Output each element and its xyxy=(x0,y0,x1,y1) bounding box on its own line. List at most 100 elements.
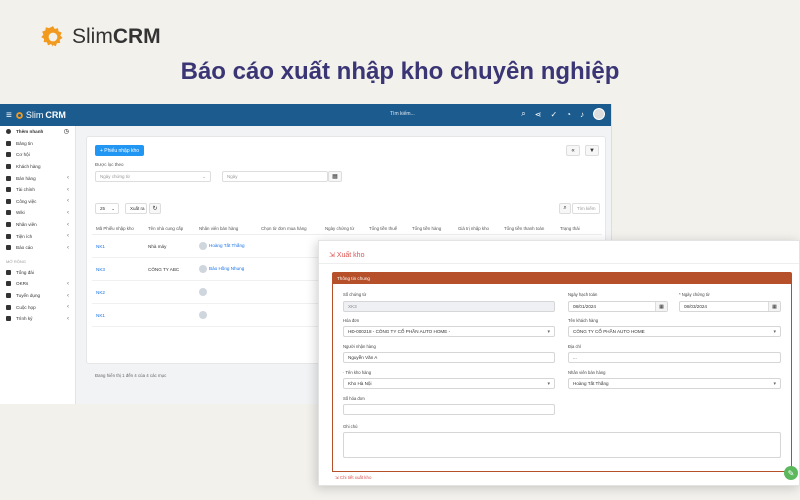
brand-name-bold: CRM xyxy=(112,25,161,48)
column-header[interactable]: Chọn từ đơn mua hàng xyxy=(261,226,325,231)
date-placeholder: Ngày xyxy=(227,174,238,179)
sidebar-item[interactable]: Tài chính ‹ xyxy=(0,184,75,196)
search-icon[interactable]: ⌕ xyxy=(559,203,571,214)
sidebar-item[interactable]: Trình ký ‹ xyxy=(0,313,75,325)
check-icon[interactable]: ✓ xyxy=(550,110,557,119)
posting-date-field[interactable]: 08/01/2024 ▦ xyxy=(568,301,668,312)
sidebar-item[interactable]: Cơ hội xyxy=(0,149,75,161)
receiver-field[interactable]: Nguyễn Văn A xyxy=(343,352,555,363)
issue-details-link[interactable]: ⇲ Chi tiết xuất kho xyxy=(335,475,371,481)
issue-details-label: Chi tiết xuất kho xyxy=(339,475,372,480)
staff-name[interactable]: Hoàng Tất Thắng xyxy=(209,243,245,248)
sidebar-item[interactable]: Công việc ‹ xyxy=(0,196,75,208)
date-filter-select[interactable]: Ngày chứng từ ⌄ xyxy=(95,171,211,182)
sidebar-item[interactable]: Tiện ích ‹ xyxy=(0,230,75,242)
column-header[interactable]: Nhân viên bán hàng xyxy=(199,226,261,231)
export-button[interactable]: Xuất ra xyxy=(125,203,147,214)
sidebar: Thêm nhanh ◷ Bảng tin Cơ hội Khách hàng Bán… xyxy=(0,126,76,404)
app-logo[interactable]: Slim CRM xyxy=(15,110,66,120)
date-input[interactable]: Ngày xyxy=(222,171,328,182)
warehouse-value: Kho Hà Nội xyxy=(348,381,372,386)
column-header[interactable]: Giá trị nhập kho xyxy=(458,226,504,231)
filter-icon[interactable]: ▼ xyxy=(585,145,599,156)
column-header[interactable]: Ngày chứng từ xyxy=(325,226,369,231)
menu-item-icon xyxy=(6,152,11,158)
menu-item-icon xyxy=(6,233,11,239)
sidebar-quick-add[interactable]: Thêm nhanh ◷ xyxy=(0,126,75,138)
sidebar-item[interactable]: OKRs ‹ xyxy=(0,278,75,290)
table-cell[interactable]: NK3 xyxy=(92,267,148,272)
table-cell xyxy=(199,311,261,319)
chat-fab-button[interactable]: ✎ xyxy=(784,466,798,480)
calendar-icon[interactable]: ▦ xyxy=(655,302,667,311)
chevron-left-icon: ‹ xyxy=(67,292,69,299)
bell-icon[interactable]: ♪ xyxy=(580,110,584,119)
table-footer: Đang hiển thị 1 đến 4 của 4 các mục xyxy=(95,373,167,378)
column-header[interactable]: Tên nhà cung cấp xyxy=(148,226,199,231)
sidebar-item[interactable]: Wiki ‹ xyxy=(0,207,75,219)
table-cell: Nhà máy xyxy=(148,243,167,249)
menu-icon[interactable]: ≡ xyxy=(6,110,12,121)
search-input[interactable]: Tìm kiếm... xyxy=(390,111,415,117)
sidebar-item[interactable]: Cuộc họp ‹ xyxy=(0,301,75,313)
chevron-left-icon: ‹ xyxy=(67,186,69,193)
table-search-input[interactable]: Tìm kiếm xyxy=(572,203,600,214)
sidebar-item-label: Nhân viên xyxy=(16,222,37,228)
table-cell[interactable]: NK1 xyxy=(92,244,148,249)
doc-date-value: 08/03/2024 xyxy=(684,304,707,309)
doc-date-field[interactable]: 08/03/2024 ▦ xyxy=(679,301,781,312)
collapse-button[interactable]: « xyxy=(566,145,580,156)
address-value: ... xyxy=(573,355,577,360)
share-icon[interactable]: ⋖ xyxy=(535,110,542,119)
invoice-no-field[interactable] xyxy=(343,404,555,415)
sidebar-item-label: Khách hàng xyxy=(16,164,41,170)
avatar[interactable] xyxy=(593,108,605,120)
search-icon[interactable]: ⌕ xyxy=(521,109,525,119)
calendar-icon[interactable]: ▦ xyxy=(328,171,342,182)
doc-no-value: XK3 xyxy=(348,304,357,309)
column-header[interactable]: Trạng thái xyxy=(560,226,596,231)
chevron-left-icon: ‹ xyxy=(67,221,69,228)
page-size-value: 25 xyxy=(100,206,106,211)
column-header[interactable]: Tổng tiền thanh toán xyxy=(504,226,560,231)
sidebar-item[interactable]: Bảng tin xyxy=(0,138,75,150)
sidebar-item[interactable]: Khách hàng xyxy=(0,161,75,173)
customer-label: Tên khách hàng xyxy=(568,318,599,323)
timer-icon[interactable]: ◔ xyxy=(566,110,571,119)
column-header[interactable]: Tổng tiền thuế xyxy=(369,226,412,231)
add-stock-receipt-button[interactable]: + Phiếu nhập kho xyxy=(95,145,145,156)
clock-icon[interactable]: ◷ xyxy=(64,128,69,135)
date-filter-placeholder: Ngày chứng từ xyxy=(100,174,131,179)
column-header[interactable]: Mã Phiếu nhập kho xyxy=(92,226,148,231)
menu-item-icon xyxy=(6,281,11,287)
sidebar-item-label: Bảng tin xyxy=(16,140,33,146)
sidebar-section-title: MỞ RỘNG xyxy=(6,258,26,264)
table-cell[interactable]: NK1 xyxy=(92,313,148,318)
sidebar-item[interactable]: Báo cáo ‹ xyxy=(0,242,75,254)
sidebar-item[interactable]: Tổng đài xyxy=(0,267,75,279)
sales-staff-select[interactable]: Hoàng Tất Thắng ▾ xyxy=(568,378,781,389)
invoice-select[interactable]: HĐ-000218 - CÔNG TY CỔ PHẦN AUTO HOME - ▾ xyxy=(343,326,555,337)
table-cell: Bảo Hồng Nhung xyxy=(199,265,261,273)
sidebar-item[interactable]: Nhân viên ‹ xyxy=(0,219,75,231)
calendar-icon[interactable]: ▦ xyxy=(768,302,780,311)
column-header[interactable]: Tổng tiền hàng xyxy=(412,226,458,231)
menu-item-icon xyxy=(6,269,11,275)
brand-logo: SlimCRM xyxy=(40,24,161,50)
menu-item-icon xyxy=(6,245,11,251)
menu-item-icon xyxy=(6,293,11,299)
page-size-select[interactable]: 25 ⌄ xyxy=(95,203,119,214)
table-cell[interactable]: NK2 xyxy=(92,290,148,295)
address-field[interactable]: ... xyxy=(568,352,781,363)
form-title-text: Xuất kho xyxy=(336,252,365,259)
warehouse-select[interactable]: Kho Hà Nội ▾ xyxy=(343,378,555,389)
staff-name[interactable]: Bảo Hồng Nhung xyxy=(209,266,244,271)
sidebar-item-label: Thêm nhanh xyxy=(16,129,44,135)
section-body: Số chứng từ XK3 Ngày hạch toán 08/01/202… xyxy=(332,284,792,472)
customer-select[interactable]: CÔNG TY CỔ PHẦN AUTO HOME ▾ xyxy=(568,326,781,337)
sidebar-item[interactable]: Bán hàng ‹ xyxy=(0,172,75,184)
sidebar-item-label: Cuộc họp xyxy=(16,304,36,310)
note-textarea[interactable] xyxy=(343,432,781,458)
sidebar-item[interactable]: Tuyển dụng ‹ xyxy=(0,290,75,302)
refresh-icon[interactable]: ↻ xyxy=(149,203,161,214)
